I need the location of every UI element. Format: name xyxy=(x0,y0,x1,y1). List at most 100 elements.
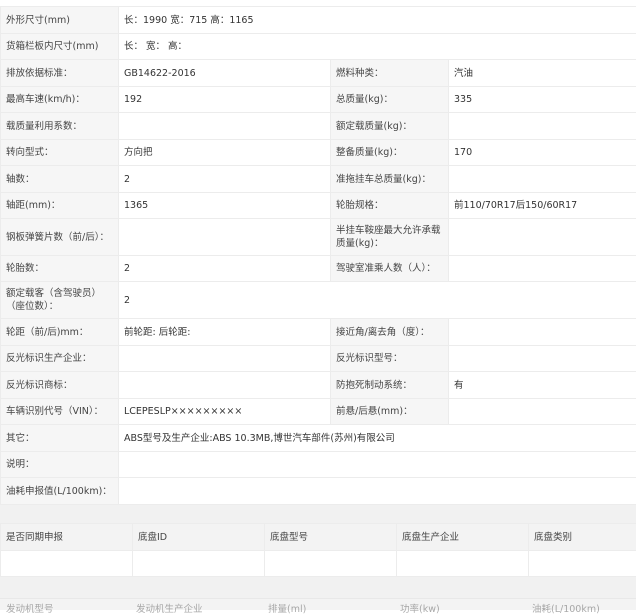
tire-value: 前110/70R17后150/60R17 xyxy=(449,193,636,219)
engine-header-cut: 发动机生产企业 xyxy=(136,601,203,615)
note-label: 说明： xyxy=(1,452,119,478)
spec-row-dims: 外形尺寸(mm) 长：1990 宽：715 高：1165 xyxy=(1,7,636,34)
total-mass-value: 335 xyxy=(449,87,636,113)
other-value: ABS型号及生产企业:ABS 10.3MB,博世汽车部件(苏州)有限公司 xyxy=(119,425,636,452)
speed-value: 192 xyxy=(119,87,331,113)
rated-load-label: 额定载质量(kg)： xyxy=(331,113,449,140)
cargo-value: 长： 宽： 高： xyxy=(119,34,636,60)
leaf-value xyxy=(119,219,331,256)
dims-label: 外形尺寸(mm) xyxy=(1,7,119,34)
engine-header-cut: 功率(kw) xyxy=(400,601,440,615)
spec-row-refl-brand: 反光标识商标： 防抱死制动系统： 有 xyxy=(1,372,636,399)
cab-label: 驾驶室准乘人数（人）： xyxy=(331,256,449,282)
spec-table: 外形尺寸(mm) 长：1990 宽：715 高：1165 货箱栏板内尺寸(mm)… xyxy=(0,6,636,505)
steering-label: 转向型式： xyxy=(1,140,119,166)
angle-value xyxy=(449,319,636,346)
cargo-label: 货箱栏板内尺寸(mm) xyxy=(1,34,119,60)
load-util-value xyxy=(119,113,331,140)
wheelbase-label: 轴距(mm)： xyxy=(1,193,119,219)
tires-count-label: 轮胎数： xyxy=(1,256,119,282)
rated-load-value xyxy=(449,113,636,140)
chassis-cell xyxy=(529,551,636,577)
engine-header-cut: 油耗(L/100km) xyxy=(532,601,600,615)
dims-value: 长：1990 宽：715 高：1165 xyxy=(119,7,636,34)
emission-value: GB14622-2016 xyxy=(119,60,331,87)
spec-row-axles: 轴数： 2 准拖挂车总质量(kg)： xyxy=(1,166,636,193)
other-label: 其它： xyxy=(1,425,119,452)
refl-maker-value xyxy=(119,346,331,372)
spec-row-seats: 额定载客（含驾驶员）（座位数）： 2 xyxy=(1,282,636,319)
engine-header-cut: 发动机型号 xyxy=(6,601,54,615)
note-value xyxy=(119,452,636,478)
tires-count-value: 2 xyxy=(119,256,331,282)
chassis-cell xyxy=(397,551,529,577)
refl-model-label: 反光标识型号： xyxy=(331,346,449,372)
vin-label: 车辆识别代号（VIN）： xyxy=(1,399,119,425)
spec-row-emission: 排放依据标准： GB14622-2016 燃料种类： 汽油 xyxy=(1,60,636,87)
spec-row-load: 载质量利用系数： 额定载质量(kg)： xyxy=(1,113,636,140)
trailer-value xyxy=(449,166,636,193)
engine-header-strip: 发动机型号 发动机生产企业 排量(ml) 功率(kw) 油耗(L/100km) xyxy=(0,598,636,610)
seats-label: 额定载客（含驾驶员）（座位数）： xyxy=(1,282,119,319)
spec-row-tires: 轮胎数： 2 驾驶室准乘人数（人）： xyxy=(1,256,636,282)
seats-value: 2 xyxy=(119,282,636,319)
fuel-cons-label: 油耗申报值(L/100km)： xyxy=(1,478,119,505)
fuel-cons-value xyxy=(119,478,636,505)
angle-label: 接近角/离去角（度）： xyxy=(331,319,449,346)
wheelbase-value: 1365 xyxy=(119,193,331,219)
axles-label: 轴数： xyxy=(1,166,119,193)
curb-label: 整备质量(kg)： xyxy=(331,140,449,166)
steering-value: 方向把 xyxy=(119,140,331,166)
chassis-header-id: 底盘ID xyxy=(133,524,265,551)
chassis-cell xyxy=(265,551,397,577)
refl-model-value xyxy=(449,346,636,372)
fuel-value: 汽油 xyxy=(449,60,636,87)
chassis-header-category: 底盘类别 xyxy=(529,524,636,551)
spec-row-fuel-cons: 油耗申报值(L/100km)： xyxy=(1,478,636,505)
trailer-label: 准拖挂车总质量(kg)： xyxy=(331,166,449,193)
track-value: 前轮距: 后轮距: xyxy=(119,319,331,346)
total-mass-label: 总质量(kg)： xyxy=(331,87,449,113)
abs-value: 有 xyxy=(449,372,636,399)
fuel-label: 燃料种类： xyxy=(331,60,449,87)
refl-brand-value xyxy=(119,372,331,399)
spec-row-refl-maker: 反光标识生产企业： 反光标识型号： xyxy=(1,346,636,372)
spec-row-other: 其它： ABS型号及生产企业:ABS 10.3MB,博世汽车部件(苏州)有限公司 xyxy=(1,425,636,452)
speed-label: 最高车速(km/h)： xyxy=(1,87,119,113)
emission-label: 排放依据标准： xyxy=(1,60,119,87)
section-gap-2 xyxy=(0,577,636,598)
leaf-label: 钢板弹簧片数（前/后）： xyxy=(1,219,119,256)
chassis-header-maker: 底盘生产企业 xyxy=(397,524,529,551)
semi-value xyxy=(449,219,636,256)
spec-row-steering: 转向型式： 方向把 整备质量(kg)： 170 xyxy=(1,140,636,166)
overhang-value xyxy=(449,399,636,425)
chassis-header-row: 是否同期申报 底盘ID 底盘型号 底盘生产企业 底盘类别 xyxy=(1,524,636,551)
track-label: 轮距（前/后)mm： xyxy=(1,319,119,346)
vin-value: LCEPESLP××××××××× xyxy=(119,399,331,425)
semi-label: 半挂车鞍座最大允许承载质量(kg)： xyxy=(331,219,449,256)
spec-row-leaf: 钢板弹簧片数（前/后）： 半挂车鞍座最大允许承载质量(kg)： xyxy=(1,219,636,256)
spec-row-track: 轮距（前/后)mm： 前轮距: 后轮距: 接近角/离去角（度）： xyxy=(1,319,636,346)
spec-row-wheelbase: 轴距(mm)： 1365 轮胎规格： 前110/70R17后150/60R17 xyxy=(1,193,636,219)
chassis-table: 是否同期申报 底盘ID 底盘型号 底盘生产企业 底盘类别 xyxy=(0,523,636,577)
chassis-cell xyxy=(1,551,133,577)
overhang-label: 前悬/后悬(mm)： xyxy=(331,399,449,425)
spec-row-vin: 车辆识别代号（VIN）： LCEPESLP××××××××× 前悬/后悬(mm)… xyxy=(1,399,636,425)
axles-value: 2 xyxy=(119,166,331,193)
curb-value: 170 xyxy=(449,140,636,166)
refl-brand-label: 反光标识商标： xyxy=(1,372,119,399)
spec-row-cargo: 货箱栏板内尺寸(mm) 长： 宽： 高： xyxy=(1,34,636,60)
refl-maker-label: 反光标识生产企业： xyxy=(1,346,119,372)
spec-row-note: 说明： xyxy=(1,452,636,478)
section-gap xyxy=(0,505,636,523)
cab-value xyxy=(449,256,636,282)
chassis-header-model: 底盘型号 xyxy=(265,524,397,551)
engine-header-cut: 排量(ml) xyxy=(268,601,306,615)
chassis-empty-row xyxy=(1,551,636,577)
tire-label: 轮胎规格： xyxy=(331,193,449,219)
load-util-label: 载质量利用系数： xyxy=(1,113,119,140)
spec-row-speed: 最高车速(km/h)： 192 总质量(kg)： 335 xyxy=(1,87,636,113)
chassis-header-sync: 是否同期申报 xyxy=(1,524,133,551)
abs-label: 防抱死制动系统： xyxy=(331,372,449,399)
chassis-cell xyxy=(133,551,265,577)
